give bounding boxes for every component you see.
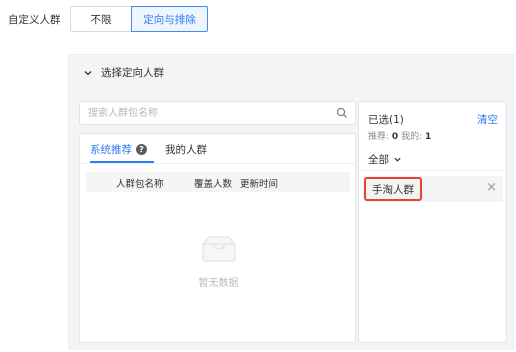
mine-count: 1 (424, 132, 432, 142)
custom-audience-label: 自定义人群 (8, 14, 61, 26)
column-header-name: 人群包名称 (116, 179, 164, 190)
column-header-coverage: 覆盖人数 (194, 179, 233, 190)
recommend-count: 0 (391, 132, 399, 142)
audience-select-panel: 选择定向人群 系统推荐 ? 我的人群 人群包名称 (68, 54, 514, 350)
tab-bar: 系统推荐 ? 我的人群 (80, 134, 355, 164)
filter-dropdown[interactable]: 全部 (368, 152, 402, 167)
clear-button[interactable]: 清空 (477, 112, 498, 127)
target-exclude-option-button[interactable]: 定向与排除 (131, 6, 208, 32)
tab-my-audience-label: 我的人群 (165, 144, 207, 156)
selected-item: 手淘人群 × (363, 176, 503, 202)
selected-breakdown: 推荐: 0 我的: 1 (368, 129, 431, 142)
search-input[interactable] (80, 102, 320, 124)
tab-recommended-label: 系统推荐 (90, 144, 132, 156)
selected-count-title: 已选(1) (368, 114, 404, 126)
table-header: 人群包名称 覆盖人数 更新时间 (86, 172, 350, 192)
audience-list-card: 系统推荐 ? 我的人群 人群包名称 覆盖人数 更新时间 暂无数据 (79, 133, 356, 343)
filter-label: 全部 (368, 154, 389, 166)
panel-title: 选择定向人群 (101, 67, 164, 79)
panel-header[interactable]: 选择定向人群 (83, 65, 164, 80)
empty-box-icon (201, 236, 236, 262)
chevron-down-icon (394, 157, 401, 162)
search-icon[interactable] (336, 107, 348, 119)
search-box[interactable] (79, 101, 356, 125)
unlimited-option-button[interactable]: 不限 (70, 6, 132, 32)
mine-count-label: 我的: (401, 132, 423, 142)
audience-list-area: 系统推荐 ? 我的人群 人群包名称 覆盖人数 更新时间 暂无数 (79, 101, 356, 343)
selected-item-name: 手淘人群 (372, 184, 414, 196)
chevron-down-icon[interactable] (83, 68, 93, 78)
recommend-count-label: 推荐: (368, 132, 390, 142)
tab-recommended[interactable]: 系统推荐 ? (90, 142, 147, 157)
divider (359, 170, 506, 171)
selected-panel: 已选(1) 清空 推荐: 0 我的: 1 全部 手淘人群 × (358, 101, 507, 343)
empty-state: 暂无数据 (80, 234, 357, 289)
column-header-updated: 更新时间 (240, 179, 279, 190)
active-tab-indicator (90, 161, 154, 163)
empty-text: 暂无数据 (198, 278, 239, 289)
close-icon[interactable]: × (486, 180, 497, 196)
tab-my-audience[interactable]: 我的人群 (165, 142, 207, 157)
help-icon[interactable]: ? (136, 144, 147, 155)
